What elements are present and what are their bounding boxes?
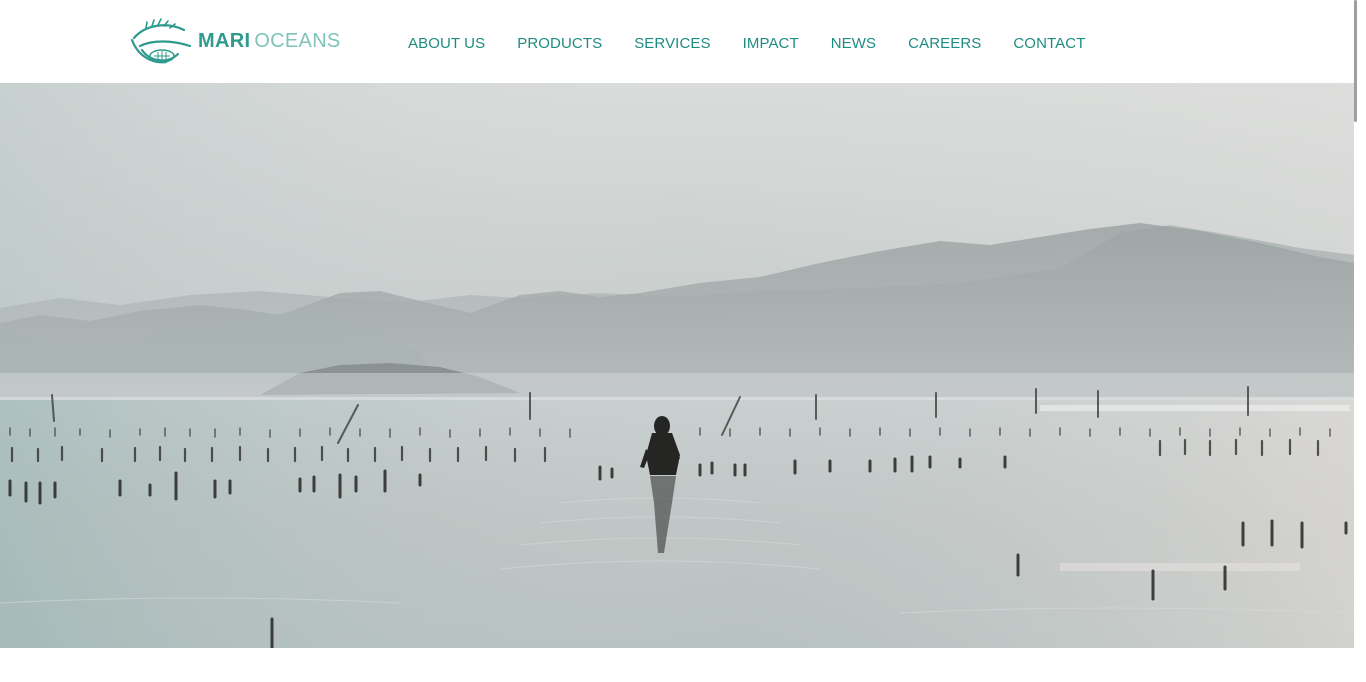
- page-content-area: [0, 648, 1354, 682]
- nav-contact[interactable]: CONTACT: [997, 33, 1101, 54]
- nav-careers[interactable]: CAREERS: [892, 33, 997, 54]
- scrollbar-thumb[interactable]: [1354, 0, 1357, 122]
- nav-services[interactable]: SERVICES: [618, 33, 726, 54]
- nav-products[interactable]: PRODUCTS: [501, 33, 618, 54]
- logo-link[interactable]: MARI OCEANS: [126, 16, 348, 70]
- nav-news[interactable]: NEWS: [815, 33, 892, 54]
- site-header: MARI OCEANS ABOUT US PRODUCTS SERVICES I…: [0, 0, 1354, 83]
- main-nav: ABOUT US PRODUCTS SERVICES IMPACT NEWS C…: [392, 33, 1101, 54]
- seaweed-farm-photo-icon: [0, 83, 1354, 648]
- logo-wordmark: MARI OCEANS: [198, 30, 341, 53]
- nav-about-us[interactable]: ABOUT US: [392, 33, 501, 54]
- nav-impact[interactable]: IMPACT: [727, 33, 815, 54]
- hero-banner: [0, 83, 1354, 648]
- logo-text-secondary: OCEANS: [254, 29, 341, 52]
- mari-oceans-logo-icon: [130, 18, 192, 64]
- logo-text-primary: MARI: [198, 29, 251, 52]
